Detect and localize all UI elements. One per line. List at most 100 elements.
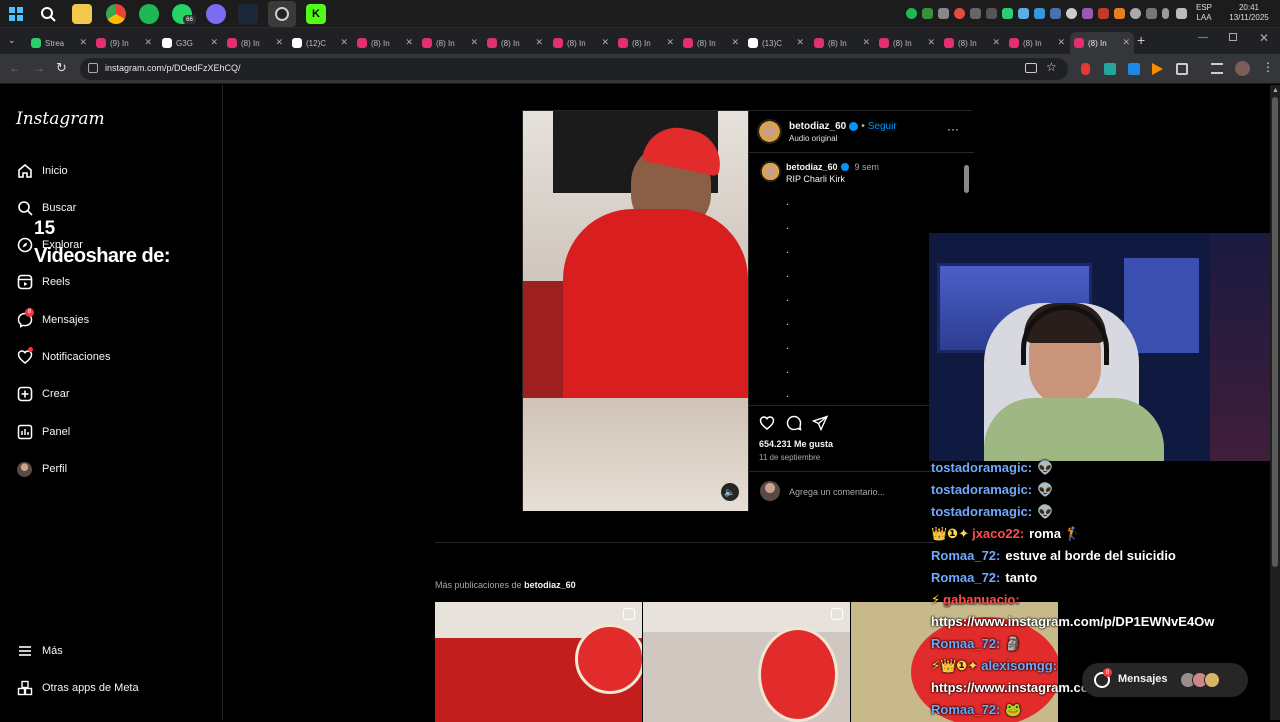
tray-icon[interactable]	[1034, 8, 1045, 19]
browser-tab[interactable]: (12)C ✕	[288, 32, 352, 54]
browser-tab[interactable]: (8) In ✕	[810, 32, 874, 54]
tray-icon[interactable]	[970, 8, 981, 19]
bookmark-star-icon[interactable]: ☆	[1046, 60, 1057, 74]
windows-start-icon[interactable]	[6, 4, 26, 24]
extension-icon[interactable]	[1152, 63, 1163, 75]
reload-button[interactable]: ↻	[56, 60, 67, 76]
tab-close-icon[interactable]: ✕	[862, 37, 870, 48]
tray-icon[interactable]	[1018, 8, 1029, 19]
more-posts-user[interactable]: betodiaz_60	[524, 580, 576, 590]
browser-tab[interactable]: (8) In ✕	[1005, 32, 1069, 54]
messages-pill[interactable]: 8 Mensajes	[1082, 663, 1248, 697]
caption-avatar[interactable]	[760, 161, 781, 182]
browser-menu-icon[interactable]: ⋮	[1262, 60, 1274, 74]
microphone-icon[interactable]	[1162, 8, 1169, 19]
browser-tab[interactable]: (13)C ✕	[744, 32, 808, 54]
tab-close-icon[interactable]: ✕	[1057, 37, 1065, 48]
system-clock[interactable]: 20:41 13/11/2025	[1220, 3, 1278, 23]
tab-close-icon[interactable]: ✕	[1122, 37, 1130, 48]
browser-tab[interactable]: (8) In ✕	[353, 32, 417, 54]
install-app-icon[interactable]	[1025, 63, 1037, 73]
tab-close-icon[interactable]: ✕	[470, 37, 478, 48]
chrome-icon[interactable]	[106, 4, 126, 24]
tab-close-icon[interactable]: ✕	[210, 37, 218, 48]
extension-icon[interactable]	[1081, 63, 1090, 75]
tab-close-icon[interactable]: ✕	[144, 37, 152, 48]
browser-tab[interactable]: (8) In ✕	[483, 32, 547, 54]
kick-icon[interactable]: K	[306, 4, 326, 24]
tab-close-icon[interactable]: ✕	[275, 37, 283, 48]
sidebar-item-crear[interactable]: Crear	[16, 383, 70, 405]
browser-tab[interactable]: (8) In ✕	[940, 32, 1004, 54]
browser-tab[interactable]: (8) In ✕	[1070, 32, 1134, 54]
whatsapp-icon[interactable]: 66	[172, 4, 196, 24]
post-thumbnail[interactable]	[643, 602, 850, 722]
browser-tab[interactable]: (8) In ✕	[223, 32, 287, 54]
sidebar-item-reels[interactable]: Reels	[16, 271, 70, 293]
minimize-window-button[interactable]: —	[1198, 32, 1208, 43]
tab-close-icon[interactable]: ✕	[79, 37, 87, 48]
tray-icon[interactable]	[922, 8, 933, 19]
tray-icon[interactable]	[1130, 8, 1141, 19]
tab-close-icon[interactable]: ✕	[405, 37, 413, 48]
tray-icon[interactable]	[1002, 8, 1013, 19]
close-window-button[interactable]: ✕	[1259, 31, 1269, 45]
share-icon[interactable]	[811, 415, 829, 436]
back-button[interactable]: ←	[9, 61, 21, 75]
instagram-logo[interactable]: Instagram	[16, 109, 105, 129]
sidebar-item-buscar[interactable]: Buscar	[16, 197, 76, 219]
tab-close-icon[interactable]: ✕	[666, 37, 674, 48]
caption-username[interactable]: betodiaz_60	[786, 162, 838, 172]
tray-icon[interactable]	[1146, 8, 1157, 19]
tab-close-icon[interactable]: ✕	[535, 37, 543, 48]
sidebar-item-mensajes[interactable]: 8 Mensajes	[16, 307, 89, 331]
sidebar-item-notificaciones[interactable]: Notificaciones	[16, 346, 110, 368]
file-explorer-icon[interactable]	[72, 4, 92, 24]
address-bar[interactable]: instagram.com/p/DOedFzXEhCQ/ ☆	[80, 58, 1068, 80]
tab-close-icon[interactable]: ✕	[796, 37, 804, 48]
maximize-window-button[interactable]	[1229, 33, 1237, 41]
new-tab-button[interactable]: +	[1137, 32, 1145, 48]
post-thumbnail[interactable]	[435, 602, 642, 722]
volume-icon[interactable]	[1176, 8, 1187, 19]
steam-tray-icon[interactable]	[1050, 8, 1061, 19]
tab-close-icon[interactable]: ✕	[927, 37, 935, 48]
browser-tab[interactable]: (8) In ✕	[679, 32, 743, 54]
sidebar-item-panel[interactable]: Panel	[16, 421, 70, 443]
tab-close-icon[interactable]: ✕	[601, 37, 609, 48]
sidebar-item-inicio[interactable]: Inicio	[16, 160, 68, 182]
browser-tab[interactable]: G3G ✕	[158, 32, 222, 54]
bluetooth-icon[interactable]	[986, 8, 997, 19]
like-icon[interactable]	[759, 415, 775, 436]
tray-icon[interactable]	[954, 8, 965, 19]
tab-search-chevron-icon[interactable]: ⌄	[8, 35, 16, 46]
tray-icon[interactable]	[938, 8, 949, 19]
sidebar-item-meta-apps[interactable]: Otras apps de Meta	[16, 677, 139, 699]
tab-close-icon[interactable]: ✕	[731, 37, 739, 48]
spotify-icon[interactable]	[139, 4, 159, 24]
extension-icon[interactable]	[1104, 63, 1116, 75]
profile-avatar[interactable]	[1235, 61, 1250, 76]
comment-input[interactable]: Agrega un comentario...	[789, 487, 885, 497]
browser-tab[interactable]: Strea ✕	[27, 32, 91, 54]
forward-button[interactable]: →	[33, 61, 45, 75]
volume-icon[interactable]: 🔈	[721, 483, 739, 501]
tab-close-icon[interactable]: ✕	[340, 37, 348, 48]
sidebar-item-mas[interactable]: Más	[16, 640, 63, 662]
follow-button[interactable]: Seguir	[868, 121, 897, 132]
language-indicator[interactable]: ESP LAA	[1193, 3, 1215, 23]
media-controls-icon[interactable]	[1211, 63, 1223, 74]
site-info-icon[interactable]	[88, 63, 98, 73]
tray-icon[interactable]	[1098, 8, 1109, 19]
browser-tab[interactable]: (8) In ✕	[614, 32, 678, 54]
discord-icon[interactable]	[206, 4, 226, 24]
scroll-thumb[interactable]	[964, 165, 969, 193]
chrome-tray-icon[interactable]	[1066, 8, 1077, 19]
author-avatar[interactable]	[757, 119, 782, 144]
extension-icon[interactable]	[1128, 63, 1140, 75]
search-icon[interactable]	[38, 4, 58, 24]
comment-icon[interactable]	[786, 415, 802, 436]
tab-close-icon[interactable]: ✕	[992, 37, 1000, 48]
steam-icon[interactable]	[238, 4, 258, 24]
likes-count[interactable]: 654.231 Me gusta	[759, 439, 833, 449]
